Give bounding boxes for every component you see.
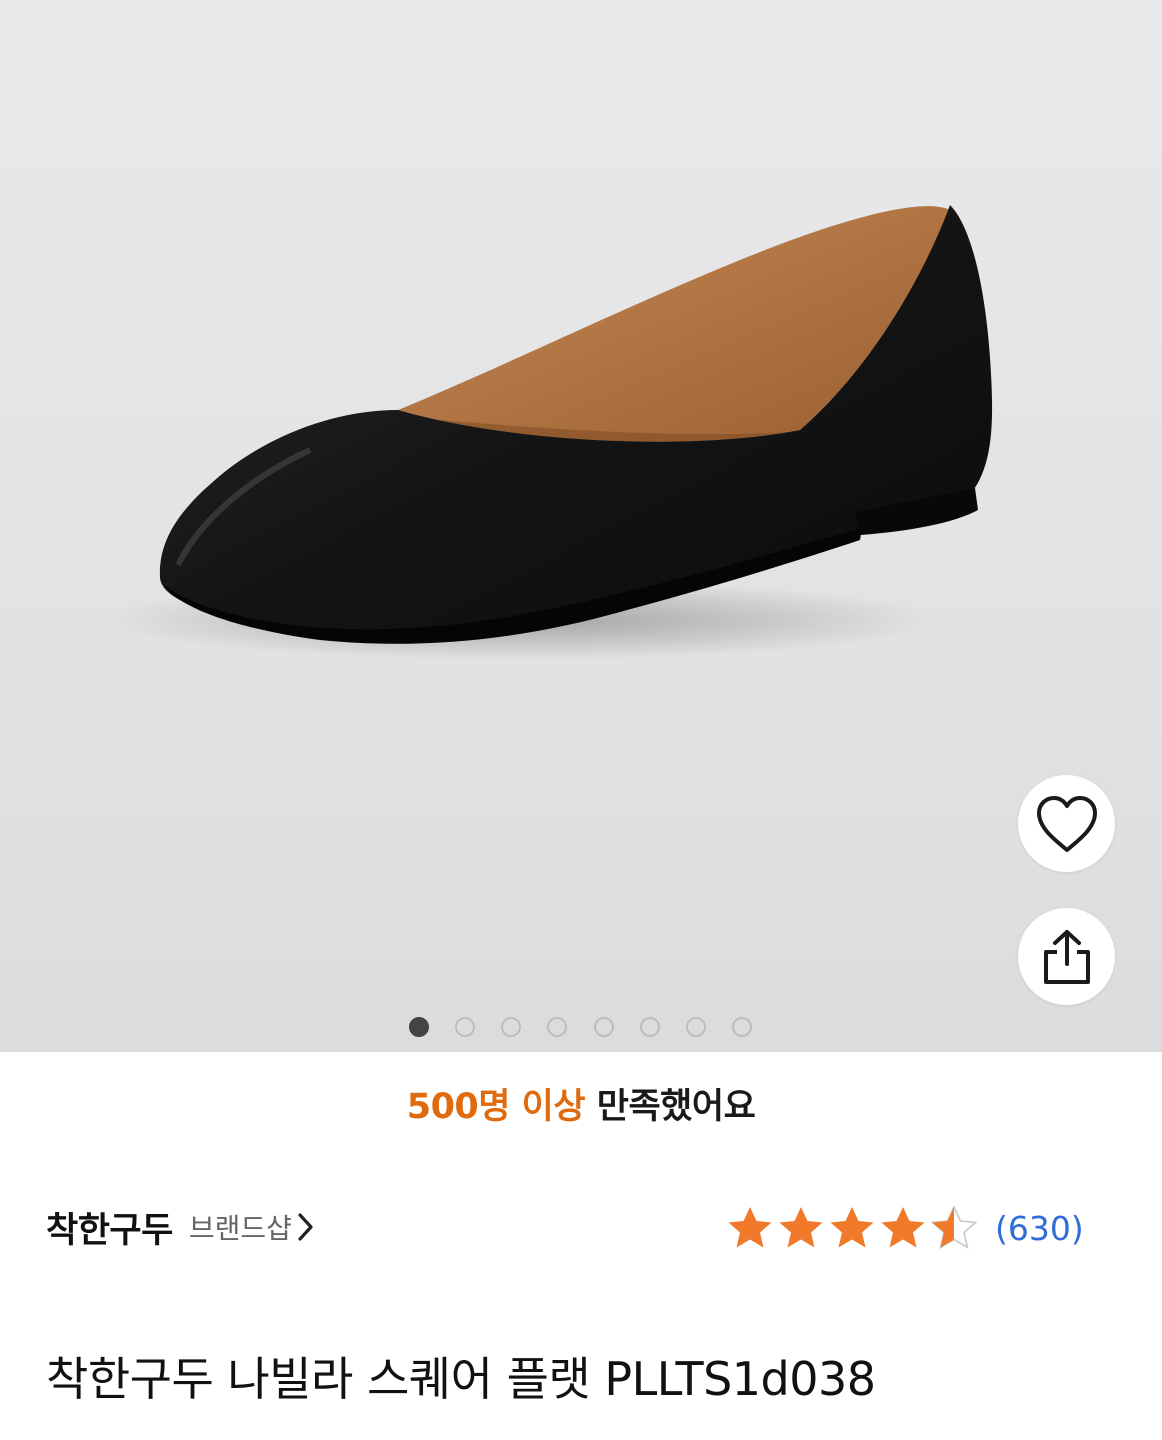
product-image <box>100 205 993 660</box>
heart-outline-icon <box>1036 795 1097 852</box>
star-half-icon <box>930 1205 978 1250</box>
brand-shop-label: 브랜드샵 <box>188 1212 292 1245</box>
carousel-dot[interactable] <box>455 1017 475 1037</box>
star-rating <box>726 1205 981 1251</box>
product-title: 착한구두 나빌라 스퀘어 플랫 PLLTS1d038 <box>46 1352 876 1406</box>
chevron-right-icon <box>298 1213 313 1241</box>
star-filled-icon <box>728 1207 772 1248</box>
star-filled-icon <box>779 1207 823 1248</box>
carousel-dot[interactable] <box>640 1017 660 1037</box>
star-filled-icon <box>830 1207 874 1248</box>
like-button[interactable] <box>1018 775 1115 872</box>
satisfaction-text: 만족했어요 <box>585 1087 756 1127</box>
star-filled-icon <box>881 1207 925 1248</box>
brand-shop-link[interactable]: 브랜드샵 <box>189 1207 314 1247</box>
review-count[interactable]: (630) <box>995 1209 1084 1248</box>
brand-row: 착한구두 브랜드샵 <box>46 1201 314 1253</box>
carousel-dot[interactable] <box>732 1017 752 1037</box>
product-image-carousel[interactable] <box>0 0 1162 1052</box>
carousel-dot[interactable] <box>547 1017 567 1037</box>
carousel-dot[interactable] <box>409 1017 429 1037</box>
satisfaction-highlight: 500명 이상 <box>406 1087 586 1127</box>
carousel-indicator <box>0 1017 1162 1041</box>
satisfaction-banner: 500명 이상 만족했어요 <box>0 1078 1162 1129</box>
carousel-dot[interactable] <box>501 1017 521 1037</box>
rating-summary[interactable]: (630) <box>726 1202 1084 1254</box>
carousel-dot[interactable] <box>686 1017 706 1037</box>
share-button[interactable] <box>1018 908 1115 1005</box>
share-upload-icon <box>1043 929 1090 984</box>
carousel-dot[interactable] <box>594 1017 614 1037</box>
brand-name[interactable]: 착한구두 <box>46 1202 173 1253</box>
